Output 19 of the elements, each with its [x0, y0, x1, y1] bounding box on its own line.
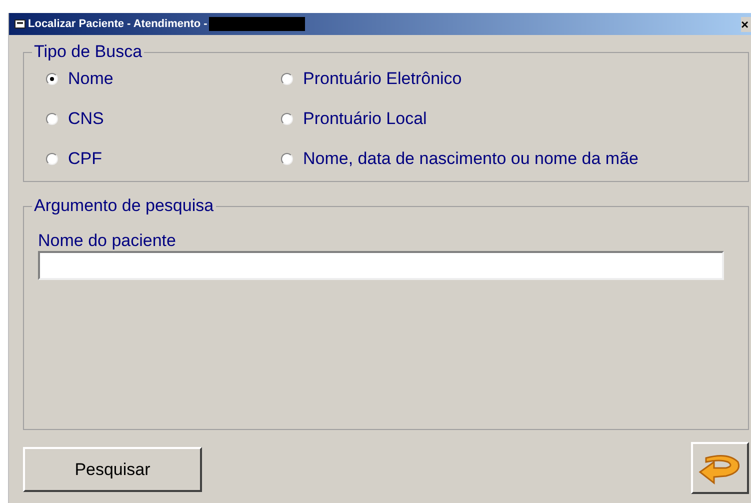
radio-label: Prontuário Eletrônico — [303, 68, 462, 90]
window-title: Localizar Paciente - Atendimento - — [28, 16, 208, 32]
patient-name-field[interactable] — [38, 251, 724, 280]
radio-label: Nome — [68, 68, 114, 90]
radio-button[interactable] — [281, 113, 293, 125]
radio-label: Prontuário Local — [303, 108, 427, 130]
radio-button[interactable] — [46, 153, 58, 165]
close-button[interactable]: × — [741, 16, 751, 32]
radio-button[interactable] — [46, 113, 58, 125]
radio-button[interactable] — [281, 153, 293, 165]
radio-button[interactable] — [281, 73, 293, 85]
window-icon — [14, 18, 26, 30]
search-button[interactable]: Pesquisar — [23, 447, 202, 492]
radio-label: CNS — [68, 108, 104, 130]
radio-button[interactable] — [46, 73, 58, 85]
back-button[interactable] — [691, 442, 749, 494]
radio-label: CPF — [68, 148, 102, 170]
radio-label: Nome, data de nascimento ou nome da mãe — [303, 148, 638, 170]
field-label: Nome do paciente — [38, 231, 177, 251]
